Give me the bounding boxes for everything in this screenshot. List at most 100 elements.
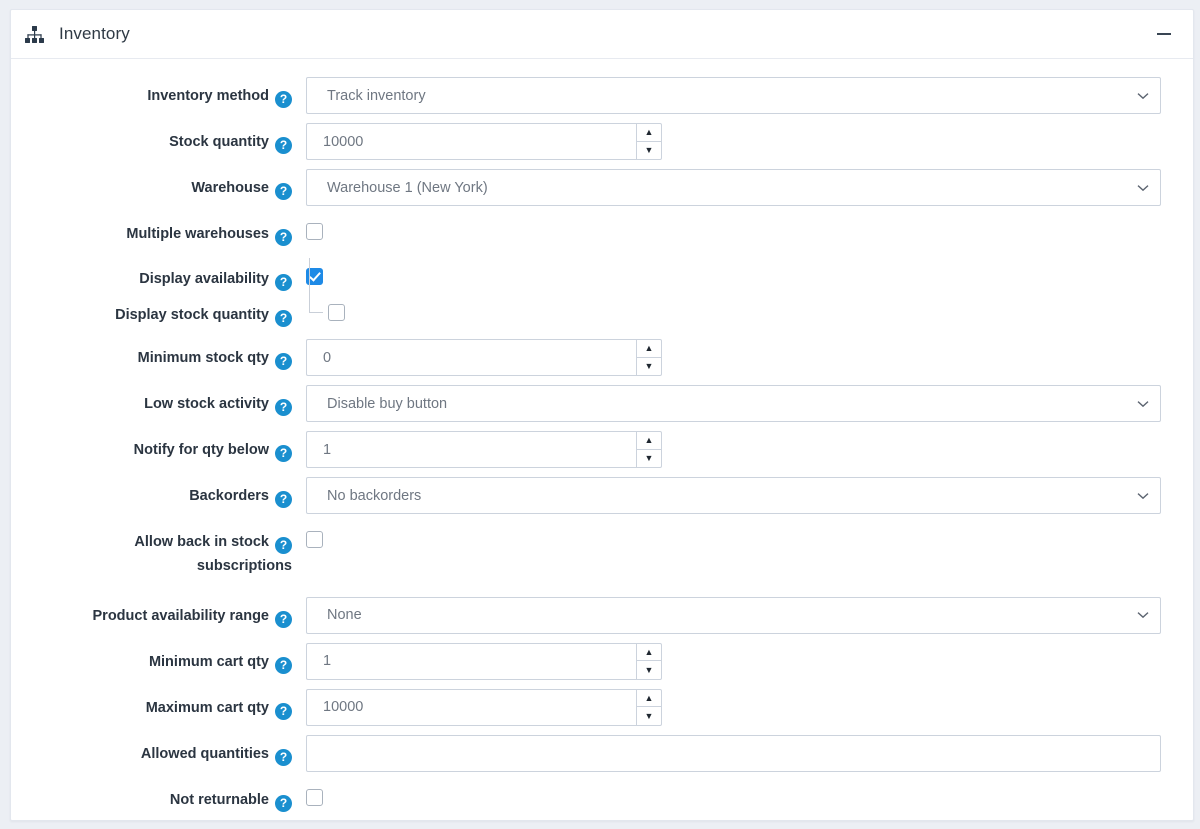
spinner-stock-quantity: ▲ ▼ bbox=[636, 123, 662, 160]
help-icon[interactable]: ? bbox=[275, 795, 292, 812]
select-low-stock-activity[interactable]: Disable buy button bbox=[306, 385, 1161, 422]
label-multiple-warehouses: Multiple warehouses? bbox=[11, 215, 301, 247]
field-row-minimum-stock-qty: Minimum stock qty? ▲ ▼ bbox=[11, 339, 1169, 376]
field-row-display-stock-quantity: Display stock quantity? bbox=[11, 296, 1169, 328]
help-icon[interactable]: ? bbox=[275, 353, 292, 370]
help-icon[interactable]: ? bbox=[275, 657, 292, 674]
help-icon[interactable]: ? bbox=[275, 445, 292, 462]
label-inventory-method: Inventory method? bbox=[11, 77, 301, 109]
field-row-backorders: Backorders? No backorders bbox=[11, 477, 1169, 514]
chevron-down-icon bbox=[1137, 609, 1149, 621]
nested-connector bbox=[306, 296, 345, 321]
chevron-down-icon bbox=[1137, 490, 1149, 502]
label-low-stock-activity: Low stock activity? bbox=[11, 385, 301, 417]
input-minimum-cart-qty[interactable] bbox=[306, 643, 636, 680]
select-warehouse[interactable]: Warehouse 1 (New York) bbox=[306, 169, 1161, 206]
help-icon[interactable]: ? bbox=[275, 183, 292, 200]
spinner-down-icon[interactable]: ▼ bbox=[637, 142, 661, 160]
stepper-maximum-cart-qty: ▲ ▼ bbox=[306, 689, 662, 726]
help-icon[interactable]: ? bbox=[275, 310, 292, 327]
spinner-down-icon[interactable]: ▼ bbox=[637, 358, 661, 376]
collapse-panel-button[interactable] bbox=[1151, 21, 1177, 47]
label-not-returnable: Not returnable? bbox=[11, 781, 301, 813]
label-notify-for-qty-below: Notify for qty below? bbox=[11, 431, 301, 463]
label-minimum-cart-qty: Minimum cart qty? bbox=[11, 643, 301, 675]
field-row-multiple-warehouses: Multiple warehouses? bbox=[11, 215, 1169, 247]
label-display-availability: Display availability? bbox=[11, 260, 301, 292]
spinner-up-icon[interactable]: ▲ bbox=[637, 644, 661, 662]
help-icon[interactable]: ? bbox=[275, 611, 292, 628]
input-allowed-quantities[interactable] bbox=[306, 735, 1161, 772]
spinner-down-icon[interactable]: ▼ bbox=[637, 450, 661, 468]
spinner-up-icon[interactable]: ▲ bbox=[637, 340, 661, 358]
field-row-display-availability: Display availability? bbox=[11, 260, 1169, 292]
select-value: Disable buy button bbox=[327, 396, 447, 412]
inventory-form: Inventory method? Track inventory Stock … bbox=[11, 59, 1193, 829]
stepper-minimum-cart-qty: ▲ ▼ bbox=[306, 643, 662, 680]
label-stock-quantity: Stock quantity? bbox=[11, 123, 301, 155]
field-row-low-stock-activity: Low stock activity? Disable buy button bbox=[11, 385, 1169, 422]
help-icon[interactable]: ? bbox=[275, 274, 292, 291]
label-backorders: Backorders? bbox=[11, 477, 301, 509]
page-title: Inventory bbox=[59, 24, 130, 44]
field-row-product-availability-range: Product availability range? None bbox=[11, 597, 1169, 634]
input-stock-quantity[interactable] bbox=[306, 123, 636, 160]
select-inventory-method[interactable]: Track inventory bbox=[306, 77, 1161, 114]
field-row-inventory-method: Inventory method? Track inventory bbox=[11, 77, 1169, 114]
panel-header: Inventory bbox=[11, 10, 1193, 59]
select-value: None bbox=[327, 607, 362, 623]
help-icon[interactable]: ? bbox=[275, 491, 292, 508]
label-allow-back-in-stock-line2: subscriptions bbox=[197, 558, 292, 574]
chevron-down-icon bbox=[1137, 398, 1149, 410]
help-icon[interactable]: ? bbox=[275, 229, 292, 246]
spinner-up-icon[interactable]: ▲ bbox=[637, 690, 661, 708]
label-product-availability-range: Product availability range? bbox=[11, 597, 301, 629]
spinner-minimum-cart-qty: ▲ ▼ bbox=[636, 643, 662, 680]
help-icon[interactable]: ? bbox=[275, 703, 292, 720]
spinner-maximum-cart-qty: ▲ ▼ bbox=[636, 689, 662, 726]
select-product-availability-range[interactable]: None bbox=[306, 597, 1161, 634]
label-warehouse: Warehouse? bbox=[11, 169, 301, 201]
help-icon[interactable]: ? bbox=[275, 537, 292, 554]
chevron-down-icon bbox=[1137, 182, 1149, 194]
spinner-up-icon[interactable]: ▲ bbox=[637, 432, 661, 450]
field-row-maximum-cart-qty: Maximum cart qty? ▲ ▼ bbox=[11, 689, 1169, 726]
checkbox-not-returnable[interactable] bbox=[306, 789, 323, 806]
stepper-minimum-stock-qty: ▲ ▼ bbox=[306, 339, 662, 376]
help-icon[interactable]: ? bbox=[275, 91, 292, 108]
stepper-notify-for-qty-below: ▲ ▼ bbox=[306, 431, 662, 468]
input-maximum-cart-qty[interactable] bbox=[306, 689, 636, 726]
minus-icon bbox=[1157, 33, 1171, 35]
field-row-stock-quantity: Stock quantity? ▲ ▼ bbox=[11, 123, 1169, 160]
help-icon[interactable]: ? bbox=[275, 749, 292, 766]
checkbox-display-stock-quantity[interactable] bbox=[328, 304, 345, 321]
checkbox-multiple-warehouses[interactable] bbox=[306, 223, 323, 240]
label-minimum-stock-qty: Minimum stock qty? bbox=[11, 339, 301, 371]
label-maximum-cart-qty: Maximum cart qty? bbox=[11, 689, 301, 721]
chevron-down-icon bbox=[1137, 90, 1149, 102]
field-row-notify-for-qty-below: Notify for qty below? ▲ ▼ bbox=[11, 431, 1169, 468]
help-icon[interactable]: ? bbox=[275, 399, 292, 416]
input-minimum-stock-qty[interactable] bbox=[306, 339, 636, 376]
help-icon[interactable]: ? bbox=[275, 137, 292, 154]
spinner-down-icon[interactable]: ▼ bbox=[637, 707, 661, 725]
inventory-panel: Inventory Inventory method? Track invent… bbox=[10, 9, 1194, 821]
field-row-allow-back-in-stock: Allow back in stock?subscriptions bbox=[11, 523, 1169, 579]
select-value: Warehouse 1 (New York) bbox=[327, 180, 488, 196]
input-notify-for-qty-below[interactable] bbox=[306, 431, 636, 468]
checkbox-allow-back-in-stock[interactable] bbox=[306, 531, 323, 548]
label-allow-back-in-stock: Allow back in stock?subscriptions bbox=[11, 523, 301, 579]
label-allowed-quantities: Allowed quantities? bbox=[11, 735, 301, 767]
field-row-not-returnable: Not returnable? bbox=[11, 781, 1169, 813]
label-display-stock-quantity: Display stock quantity? bbox=[11, 296, 301, 328]
sitemap-icon bbox=[23, 23, 45, 45]
stepper-stock-quantity: ▲ ▼ bbox=[306, 123, 662, 160]
field-row-allowed-quantities: Allowed quantities? bbox=[11, 735, 1169, 772]
field-row-warehouse: Warehouse? Warehouse 1 (New York) bbox=[11, 169, 1169, 206]
spinner-down-icon[interactable]: ▼ bbox=[637, 661, 661, 679]
spinner-up-icon[interactable]: ▲ bbox=[637, 124, 661, 142]
select-backorders[interactable]: No backorders bbox=[306, 477, 1161, 514]
spinner-notify-for-qty-below: ▲ ▼ bbox=[636, 431, 662, 468]
select-value: No backorders bbox=[327, 488, 421, 504]
page-root: Inventory Inventory method? Track invent… bbox=[0, 0, 1200, 829]
